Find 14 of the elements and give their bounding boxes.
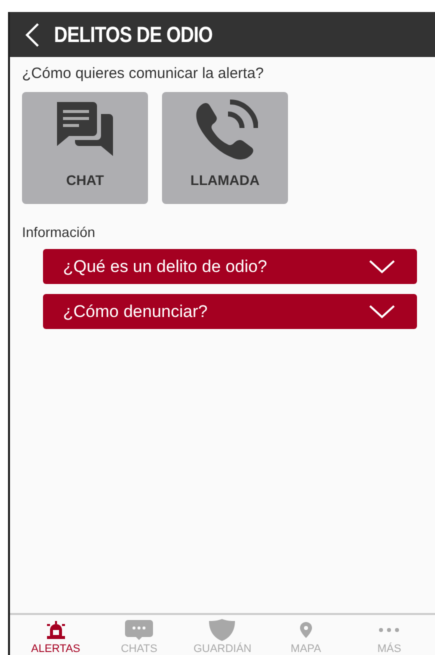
shield-icon [209,619,236,641]
chat-option-button[interactable]: CHAT [22,92,148,204]
call-option-button[interactable]: LLAMADA [162,92,288,204]
back-icon[interactable] [24,22,40,48]
accordion-item[interactable]: ¿Cómo denunciar? [43,294,417,329]
section-heading: Información [22,224,96,240]
screen-title: DELITOS DE ODIO [54,22,212,48]
map-pin-icon [300,622,312,638]
chat-bubble-icon [125,620,154,640]
nav-tab[interactable]: ALERTAS [20,615,92,655]
question-text: ¿Cómo quieres comunicar la alerta? [22,65,265,82]
siren-icon [44,621,67,639]
more-icon [378,627,400,633]
accordion-item[interactable]: ¿Qué es un delito de odio? [43,249,417,284]
